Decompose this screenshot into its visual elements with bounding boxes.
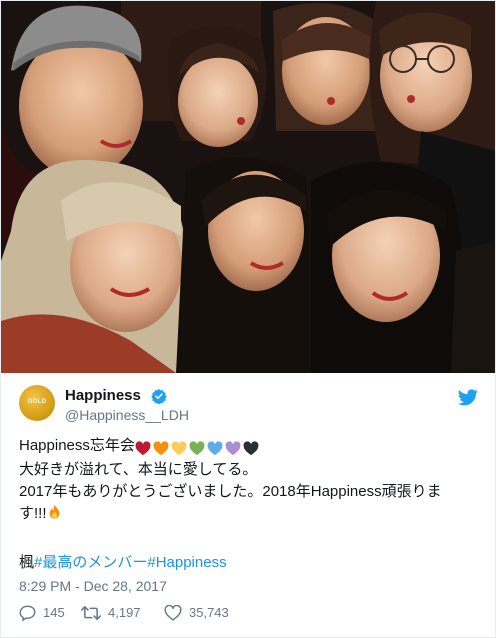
heart-outline-icon [164, 605, 182, 621]
tweet-line-4-text: す!!! [19, 505, 47, 522]
tweet-photo[interactable] [1, 1, 495, 373]
reply-count: 145 [43, 605, 65, 620]
user-handle[interactable]: @Happiness__LDH [65, 407, 189, 423]
tweet-line-1-text: Happiness忘年会 [19, 437, 135, 454]
black-heart-emoji-icon [243, 440, 259, 455]
avatar[interactable]: GOLD [19, 385, 55, 421]
heart-emoji-row [135, 437, 261, 459]
tweet-line-3: 2017年もありがとうございました。2018年Happiness頑張りま [19, 483, 442, 500]
retweet-icon [81, 606, 101, 620]
purple-heart-emoji-icon [225, 440, 241, 455]
avatar-logo-text: GOLD [27, 399, 47, 405]
retweet-count: 4,197 [108, 605, 141, 620]
display-name[interactable]: Happiness [65, 387, 141, 404]
like-count: 35,743 [189, 605, 229, 620]
tweet-line-2: 大好きが溢れて、本当に愛してる。 [19, 461, 258, 478]
reply-icon [19, 605, 36, 621]
hashtag-link-1[interactable]: #最高のメンバー [34, 554, 147, 571]
blue-heart-emoji-icon [207, 440, 223, 455]
tweet-card: GOLD Happiness @Happiness__LDH Happiness… [0, 0, 496, 638]
tag-prefix: 楓 [19, 554, 35, 571]
retweet-button[interactable]: 4,197 [81, 603, 161, 623]
tweet-hashtags: 楓#最高のメンバー#Happiness [19, 552, 227, 574]
orange-heart-emoji-icon [153, 440, 169, 455]
red-heart-emoji-icon [135, 440, 151, 455]
tweet-line-1: Happiness忘年会 [19, 435, 489, 459]
fire-emoji-icon [49, 504, 59, 519]
green-heart-emoji-icon [189, 440, 205, 455]
hashtag-link-2[interactable]: #Happiness [147, 554, 226, 571]
yellow-heart-emoji-icon [171, 440, 187, 455]
tweet-timestamp[interactable]: 8:29 PM - Dec 28, 2017 [19, 578, 167, 594]
twitter-bird-icon[interactable] [458, 389, 478, 406]
verified-badge-icon [151, 389, 167, 404]
tweet-line-4: す!!! [19, 503, 489, 525]
reply-button[interactable]: 145 [19, 603, 79, 623]
like-button[interactable]: 35,743 [164, 603, 254, 623]
group-photo-illustration [1, 1, 495, 373]
tweet-text: Happiness忘年会 大好きが溢れて、本当に愛してる。 2017年もありがと… [19, 435, 489, 525]
